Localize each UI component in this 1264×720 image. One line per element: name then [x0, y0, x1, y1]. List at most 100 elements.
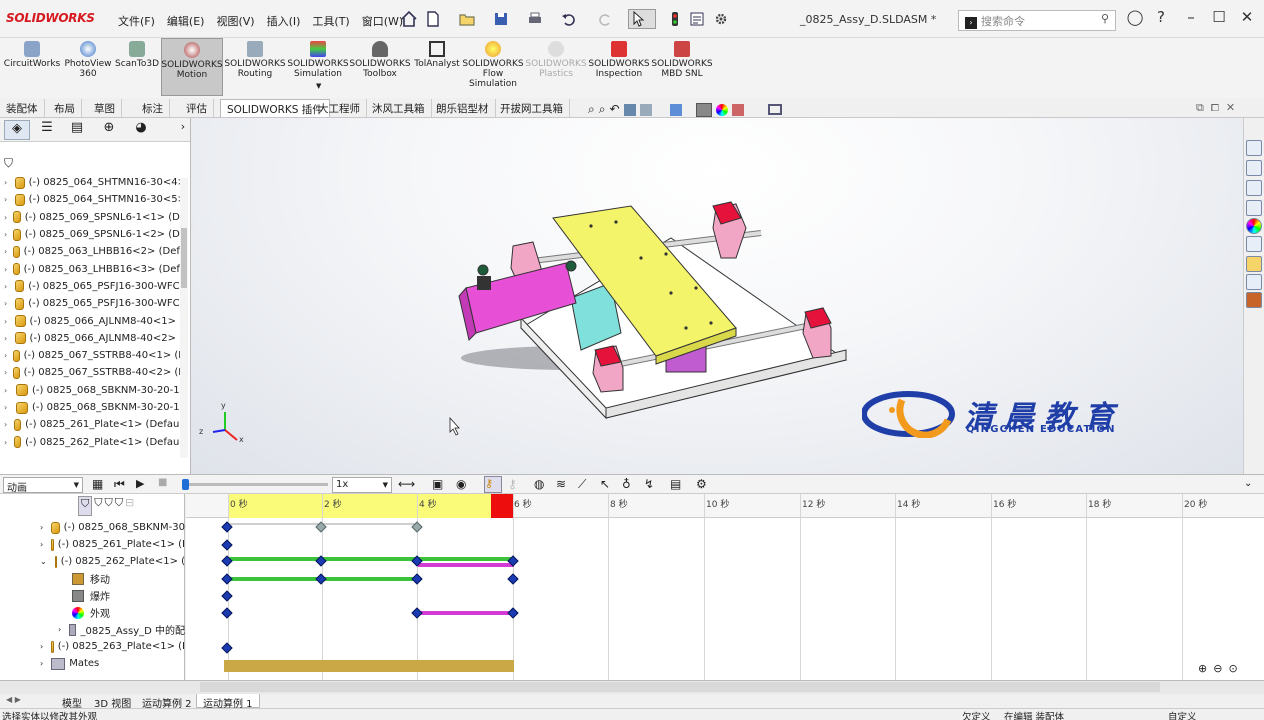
cmd-circuitworks[interactable]: CircuitWorks: [4, 38, 60, 96]
viewport-close-icon[interactable]: ✕: [1226, 101, 1235, 114]
menu-view[interactable]: 视图(V): [210, 13, 260, 29]
help-icon[interactable]: ?: [1150, 8, 1172, 26]
study-type-select[interactable]: 动画 ▼: [3, 477, 83, 494]
user-account-icon[interactable]: ◯: [1124, 8, 1146, 26]
timeline-ruler[interactable]: 0 秒 2 秒 4 秒 6 秒 8 秒 10 秒 12 秒 14 秒 16 秒 …: [186, 494, 1264, 518]
playback-slider[interactable]: [182, 479, 328, 490]
expand-arrow-icon[interactable]: ›: [4, 230, 7, 239]
cmd-tolanalyst[interactable]: TolAnalyst: [412, 38, 462, 96]
calculate-icon[interactable]: ▦: [92, 477, 103, 491]
expand-arrow-icon[interactable]: ›: [4, 403, 10, 412]
save-icon[interactable]: [492, 10, 510, 28]
solidworks-forum-icon[interactable]: [1246, 256, 1262, 272]
expand-arrow-icon[interactable]: ›: [58, 625, 61, 634]
expand-arrow-icon[interactable]: ›: [40, 642, 43, 651]
time-bar-marker[interactable]: [491, 494, 514, 518]
save-animation-icon[interactable]: ▣: [432, 477, 443, 491]
tab-markup[interactable]: 标注: [136, 99, 170, 117]
tree-item[interactable]: › (-) 0825_063_LHBB16<3> (Defa: [0, 261, 186, 278]
damper-icon[interactable]: ⟋: [578, 477, 586, 492]
view-palette-icon[interactable]: [1246, 200, 1262, 216]
tree-item[interactable]: › (-) 0825_066_AJLNM8-40<1> (I: [0, 312, 186, 329]
cmd-toolbox[interactable]: SOLIDWORKS Toolbox: [349, 38, 411, 96]
key-point[interactable]: [411, 607, 423, 619]
menu-file[interactable]: 文件(F): [112, 13, 161, 29]
tree-item[interactable]: › (-) 0825_064_SHTMN16-30<4>: [0, 174, 186, 191]
menu-edit[interactable]: 编辑(E): [161, 13, 211, 29]
motion-tree-row[interactable]: › (-) 0825_068_SBKNM-30: [0, 519, 185, 536]
filter-selected-icon[interactable]: ⛉: [105, 496, 113, 516]
zoom-in-icon[interactable]: ⊕: [1198, 662, 1207, 675]
stop-icon[interactable]: ■: [158, 477, 167, 488]
tab-motion-study-2[interactable]: 运动算例 2: [136, 694, 198, 710]
play-icon[interactable]: ▶: [136, 477, 144, 490]
maximize-button[interactable]: ☐: [1208, 8, 1230, 26]
cmd-flow-simulation[interactable]: SOLIDWORKS Flow Simulation: [462, 38, 524, 96]
tree-item[interactable]: › (-) 0825_065_PSFJ16-300-WFC1: [0, 278, 186, 295]
tree-item[interactable]: › (-) 0825_261_Plate<1> (Default: [0, 416, 186, 433]
tab-scroll-arrows-icon[interactable]: ◀ ▶: [6, 695, 21, 704]
design-library-icon[interactable]: [1246, 160, 1262, 176]
monitor-icon[interactable]: [767, 104, 782, 115]
expand-arrow-icon[interactable]: ›: [4, 420, 8, 429]
new-document-icon[interactable]: [424, 10, 442, 28]
expand-arrow-icon[interactable]: ›: [4, 178, 9, 187]
force-icon[interactable]: ↖: [600, 477, 610, 491]
timeline-area[interactable]: 0 秒 2 秒 4 秒 6 秒 8 秒 10 秒 12 秒 14 秒 16 秒 …: [186, 494, 1264, 680]
open-folder-icon[interactable]: [458, 10, 476, 28]
display-style-icon[interactable]: [695, 103, 712, 117]
tree-item[interactable]: › (-) 0825_063_LHBB16<2> (Defa: [0, 243, 186, 260]
expand-arrow-icon[interactable]: ›: [40, 659, 43, 668]
chevron-down-icon[interactable]: ▼: [316, 82, 321, 90]
cmd-mbd[interactable]: SOLIDWORKS MBD SNL: [651, 38, 713, 96]
motion-tree-row[interactable]: › (-) 0825_263_Plate<1> (I: [0, 638, 185, 655]
scrollbar-thumb[interactable]: [181, 228, 187, 288]
custom-properties-icon[interactable]: [1246, 236, 1262, 252]
search-icon[interactable]: ⚲: [1101, 12, 1109, 25]
property-manager-tab-icon[interactable]: ☰: [34, 120, 60, 140]
tree-item[interactable]: › (-) 0825_262_Plate<1> (Default: [0, 434, 186, 451]
key-point[interactable]: [221, 573, 233, 585]
appearance-icon[interactable]: [715, 104, 728, 116]
expand-arrow-icon[interactable]: ›: [4, 351, 7, 360]
expand-arrow-icon[interactable]: ›: [4, 438, 8, 447]
tree-item[interactable]: › (-) 0825_067_SSTRB8-40<1> (D: [0, 347, 186, 364]
cmd-scanto3d[interactable]: ScanTo3D: [114, 38, 160, 96]
key-point[interactable]: [221, 607, 233, 619]
playback-mode-icon[interactable]: ⟷: [398, 477, 415, 491]
close-button[interactable]: ✕: [1236, 8, 1258, 26]
expand-arrow-icon[interactable]: ›: [4, 299, 9, 308]
key-point[interactable]: [315, 573, 327, 585]
graphics-area[interactable]: z x y 清晨教育 QINGCHEN EDUCATION: [191, 118, 1243, 474]
expand-arrow-icon[interactable]: ›: [40, 523, 43, 532]
viewport-maximize-icon[interactable]: ⧠: [1211, 101, 1219, 114]
filter-results-icon[interactable]: ⛉: [115, 496, 123, 516]
autokey-button[interactable]: ⚷: [484, 476, 502, 493]
tree-item[interactable]: › (-) 0825_068_SBKNM-30-20-15: [0, 399, 186, 416]
feature-tree-tab-icon[interactable]: ◈: [4, 120, 30, 140]
tab-motion-study-1[interactable]: 运动算例 1: [196, 694, 260, 710]
motion-tree-row[interactable]: › Mates: [0, 655, 185, 672]
expand-arrow-icon[interactable]: ›: [4, 368, 7, 377]
search-commands-input[interactable]: › 搜索命令 ⚲: [958, 10, 1116, 31]
results-plots-icon[interactable]: ▤: [670, 477, 681, 491]
previous-view-icon[interactable]: ↶: [609, 102, 619, 117]
motion-tree-row[interactable]: › _0825_Assy_D 中的配: [0, 621, 185, 638]
tree-item[interactable]: › (-) 0825_068_SBKNM-30-20-15: [0, 382, 186, 399]
motion-tree-row[interactable]: ⌄ (-) 0825_262_Plate<1> (I: [0, 553, 185, 570]
home-resources-icon[interactable]: [1246, 140, 1262, 156]
filter-driving-icon[interactable]: ⛉: [94, 496, 102, 516]
tab-3d-view[interactable]: 3D 视图: [88, 694, 137, 710]
checklist-icon[interactable]: [1246, 274, 1262, 290]
expand-arrow-icon[interactable]: ›: [4, 386, 10, 395]
key-point[interactable]: [221, 539, 233, 551]
cmd-routing[interactable]: SOLIDWORKS Routing: [224, 38, 286, 96]
redo-icon[interactable]: [596, 10, 614, 28]
collapse-arrow-icon[interactable]: ⌄: [40, 557, 47, 566]
animation-wizard-icon[interactable]: ◉: [456, 477, 466, 491]
tab-engineer[interactable]: 大工程师: [312, 99, 367, 117]
expand-arrow-icon[interactable]: ›: [4, 317, 9, 326]
expand-arrow-icon[interactable]: ›: [4, 265, 7, 274]
traffic-light-icon[interactable]: [666, 10, 684, 28]
motion-tree-row[interactable]: 爆炸: [0, 587, 185, 604]
